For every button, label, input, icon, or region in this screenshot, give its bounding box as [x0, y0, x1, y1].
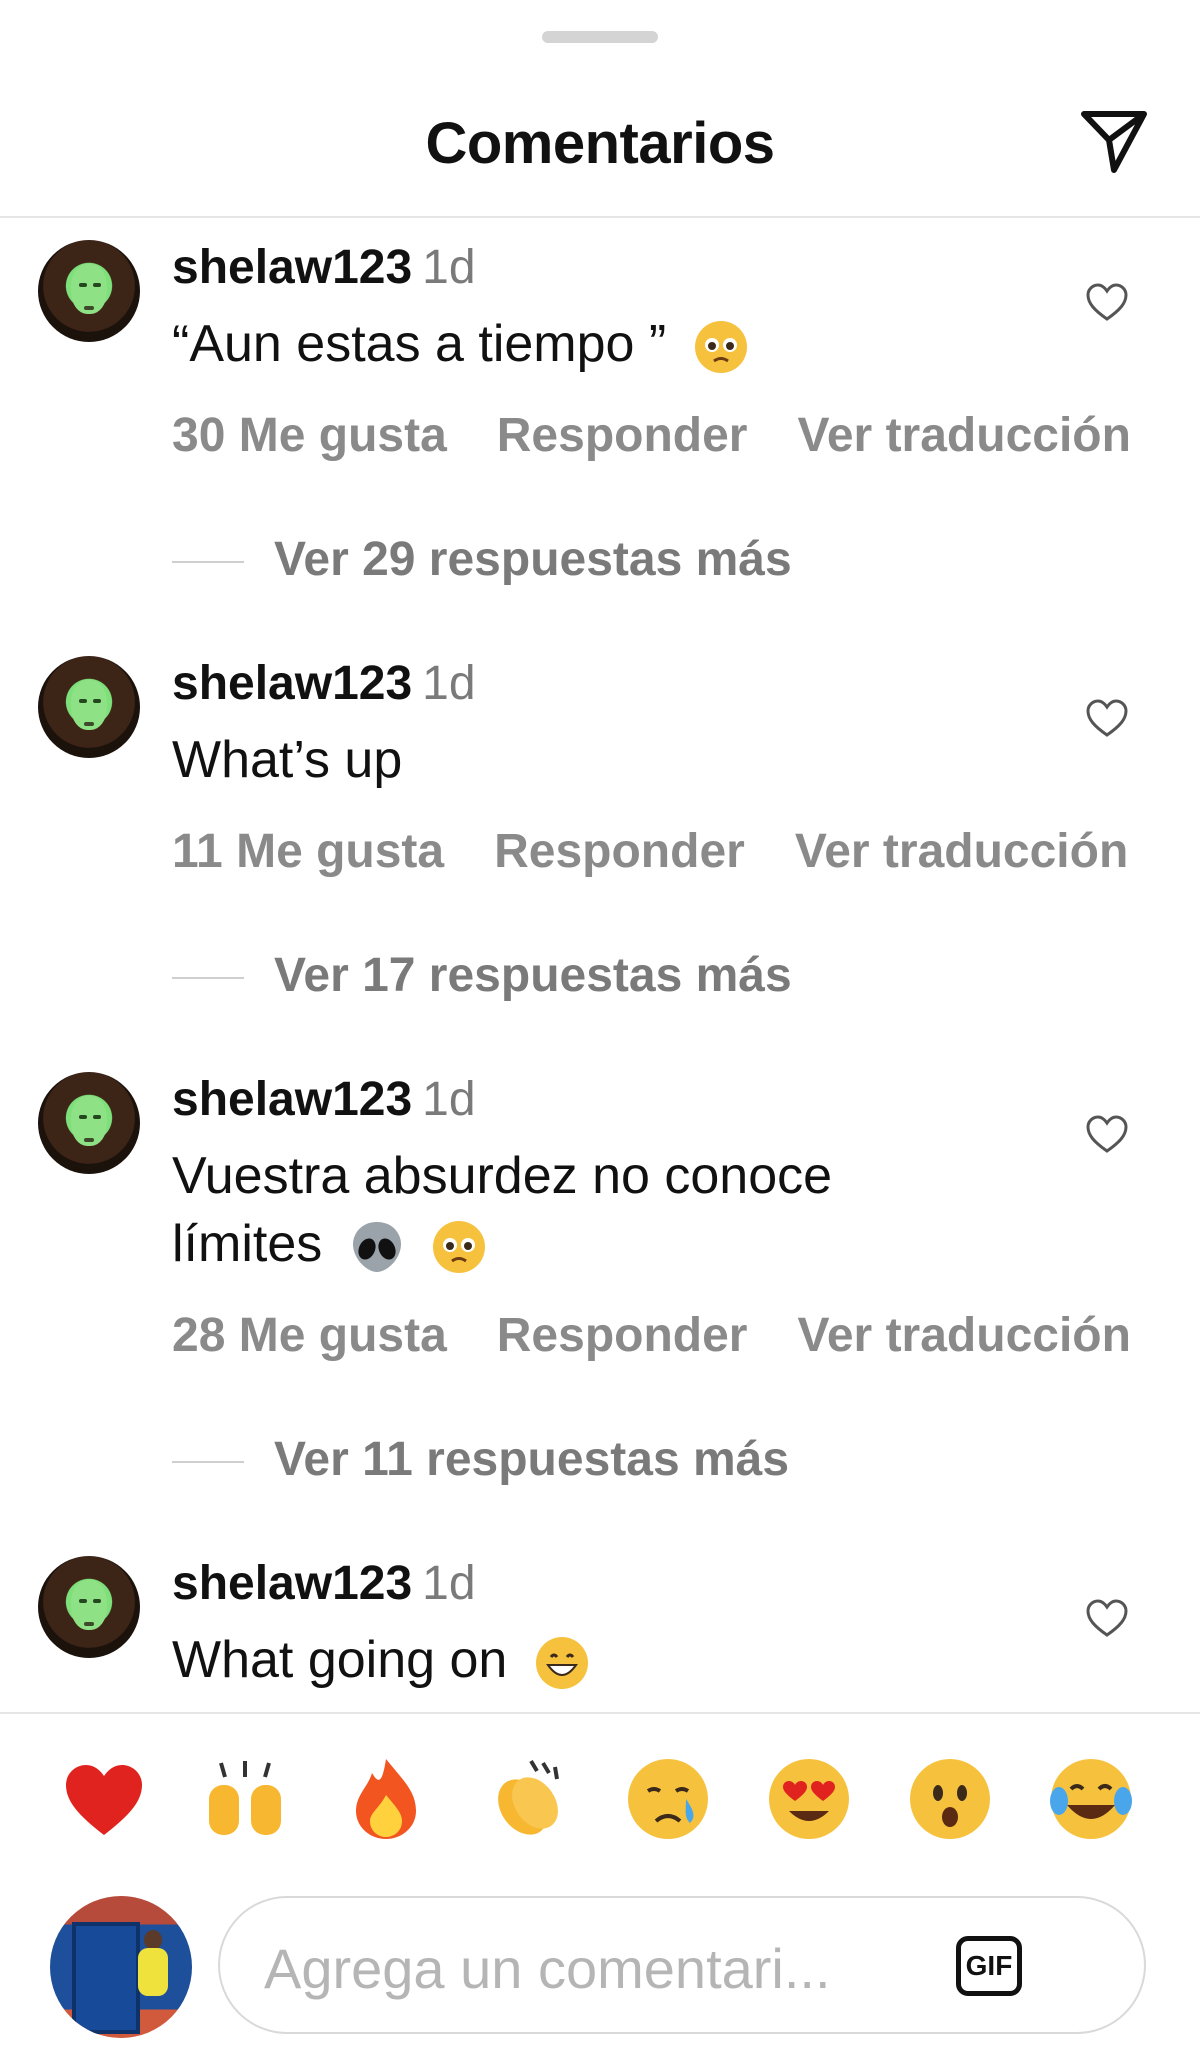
timestamp: 1d [422, 241, 476, 294]
like-heart-icon[interactable] [1084, 1112, 1130, 1158]
current-user-avatar[interactable] [50, 1896, 192, 2038]
translate-button[interactable]: Ver traducción [797, 1309, 1130, 1362]
view-replies-button[interactable]: Ver 29 respuestas más [172, 532, 792, 587]
comment-meta: shelaw123 1d [172, 240, 476, 296]
translate-button[interactable]: Ver traducción [797, 409, 1130, 462]
red-heart-icon[interactable] [60, 1755, 148, 1843]
avatar[interactable] [38, 240, 140, 342]
gif-button[interactable]: GIF [956, 1936, 1022, 1996]
comments-sheet: Comentarios shelaw123 1d “Aun estas a tie… [0, 0, 1200, 2062]
timestamp: 1d [422, 1073, 476, 1126]
raising-hands-icon[interactable] [201, 1755, 289, 1843]
like-heart-icon[interactable] [1084, 1596, 1130, 1642]
page-title: Comentarios [425, 111, 775, 176]
alien-face-icon [352, 1222, 401, 1273]
avatar[interactable] [38, 656, 140, 758]
avatar[interactable] [38, 1556, 140, 1658]
comment-meta: shelaw123 1d [172, 656, 476, 712]
reply-button[interactable]: Responder [497, 409, 748, 462]
username[interactable]: shelaw123 [172, 657, 412, 710]
username[interactable]: shelaw123 [172, 1073, 412, 1126]
sheet-grabber[interactable] [542, 31, 658, 43]
pleading-face-icon [694, 321, 747, 374]
likes-count[interactable]: 30 Me gusta [172, 409, 447, 462]
timestamp: 1d [422, 657, 476, 710]
timestamp: 1d [422, 1557, 476, 1610]
view-replies-button[interactable]: Ver 11 respuestas más [172, 1432, 789, 1487]
avatar[interactable] [38, 1072, 140, 1174]
comment-actions: 30 Me gusta Responder Ver traducción [172, 408, 1181, 463]
clapping-hands-icon[interactable] [483, 1755, 571, 1843]
comment-input-placeholder: Agrega un comentari... [264, 1937, 831, 2000]
replies-line [172, 561, 244, 564]
comment-text: What’s up [172, 731, 403, 789]
comment-text: Vuestra absurdez no conoce límites [172, 1142, 1002, 1278]
replies-line [172, 977, 244, 980]
comment-text: What going on [172, 1626, 1002, 1694]
username[interactable]: shelaw123 [172, 241, 412, 294]
grinning-face-icon [535, 1637, 588, 1690]
username[interactable]: shelaw123 [172, 1557, 412, 1610]
comment-composer: Agrega un comentari... GIF [0, 1880, 1200, 2040]
reactions-divider [0, 1712, 1200, 1714]
reply-button[interactable]: Responder [494, 825, 745, 878]
quick-reactions-bar [0, 1755, 1200, 1855]
surprised-face-icon[interactable] [906, 1755, 994, 1843]
comment-meta: shelaw123 1d [172, 1072, 476, 1128]
comment-text: “Aun estas a tiempo ” [172, 310, 1002, 378]
like-heart-icon[interactable] [1084, 280, 1130, 326]
comment-actions: 11 Me gusta Responder Ver traducción [172, 824, 1178, 879]
comment-meta: shelaw123 1d [172, 1556, 476, 1612]
translate-button[interactable]: Ver traducción [795, 825, 1128, 878]
replies-line [172, 1461, 244, 1464]
header-divider [0, 216, 1200, 218]
pleading-face-icon [433, 1221, 486, 1274]
likes-count[interactable]: 28 Me gusta [172, 1309, 447, 1362]
reply-button[interactable]: Responder [497, 1309, 748, 1362]
fire-icon[interactable] [342, 1755, 430, 1843]
view-replies-button[interactable]: Ver 17 respuestas más [172, 948, 792, 1003]
heart-eyes-face-icon[interactable] [765, 1755, 853, 1843]
tears-of-joy-face-icon[interactable] [1047, 1755, 1135, 1843]
crying-face-icon[interactable] [624, 1755, 712, 1843]
comment-input[interactable]: Agrega un comentari... GIF [218, 1896, 1146, 2034]
comment-actions: 28 Me gusta Responder Ver traducción [172, 1308, 1181, 1363]
send-icon[interactable] [1078, 104, 1150, 176]
likes-count[interactable]: 11 Me gusta [172, 825, 444, 878]
like-heart-icon[interactable] [1084, 696, 1130, 742]
header: Comentarios [0, 60, 1200, 216]
